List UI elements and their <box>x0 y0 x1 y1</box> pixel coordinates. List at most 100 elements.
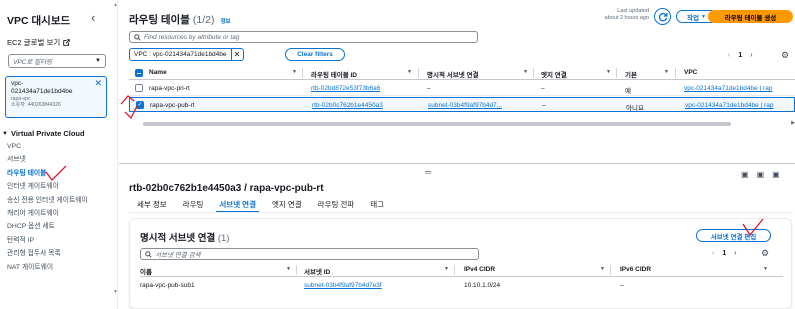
scrollbar-thumb[interactable] <box>143 122 731 126</box>
route-tables-panel: 라우팅 테이블 (1/2) 정보 Last updated about 2 ho… <box>119 0 795 145</box>
clear-filters-button[interactable]: Clear filters <box>285 48 345 61</box>
horizontal-scrollbar[interactable]: ▶ <box>129 120 795 127</box>
cell-id[interactable]: rtb-02bd872e53f73b6a6 <box>311 85 380 92</box>
sort-icon[interactable]: ▼ <box>600 266 605 272</box>
cell-vpc[interactable]: vpc-021434a71de1bd4be | rap <box>685 102 795 109</box>
caret-down-icon: ▼ <box>701 13 706 20</box>
split-bottom-icon[interactable]: ▣ <box>741 170 749 179</box>
tab[interactable]: 라우팅 <box>183 199 204 213</box>
column-header-name[interactable]: 이름 <box>140 266 152 276</box>
column-divider[interactable] <box>616 68 617 78</box>
cell-subnet[interactable]: subnet-03b4f9af97b4d7... <box>428 102 502 109</box>
column-header-edge-association[interactable]: 엣지 연결 <box>541 69 567 79</box>
vpc-filter-token: VPC : vpc-021434a71de1bd4be ✕ <box>129 48 244 61</box>
subnet-association-search-input[interactable]: 서브넷 연결 검색 <box>140 248 479 260</box>
sidebar-scrollbar[interactable]: ▲ ▼ <box>112 0 117 309</box>
row-checkbox[interactable]: ✓ <box>136 101 144 109</box>
sidebar-item[interactable]: 캐리어 게이트웨이 <box>7 210 112 219</box>
next-page-icon[interactable]: › <box>750 52 752 59</box>
sort-icon[interactable]: ▼ <box>407 69 412 75</box>
scroll-right-icon[interactable]: ▶ <box>791 120 795 126</box>
select-all-checkbox[interactable] <box>135 69 143 77</box>
table-row[interactable]: rapa-vpc-pri-rt rtb-02bd872e53f73b6a6 – – 예 v… <box>129 81 795 96</box>
previous-page-icon[interactable]: ‹ <box>728 52 730 59</box>
sort-icon[interactable]: ▼ <box>606 69 611 75</box>
column-divider[interactable] <box>302 68 303 78</box>
sidebar-item[interactable]: VPC <box>7 143 112 152</box>
info-link[interactable]: 정보 <box>220 17 230 25</box>
pagination: ‹ 1 › <box>728 52 753 59</box>
column-header-subnet-id[interactable]: 서브넷 ID <box>304 266 330 276</box>
table-row[interactable]: ✓ rapa-vpc-pub-rt rtb-02b0c762b1e4450a3 sub… <box>129 97 795 112</box>
sidebar-item[interactable]: 라우팅 테이블 <box>7 170 112 179</box>
cell-main: 예 <box>625 88 631 95</box>
tab[interactable]: 태그 <box>370 199 384 213</box>
sidebar-item[interactable]: NAT 게이트웨이 <box>7 264 112 273</box>
search-icon <box>134 33 141 41</box>
split-full-icon[interactable]: ▣ <box>772 170 780 179</box>
column-divider[interactable] <box>296 265 297 275</box>
row-checkbox[interactable] <box>135 84 143 92</box>
sidebar-item[interactable]: 관리형 접두사 목록 <box>7 250 112 259</box>
edit-subnet-associations-button[interactable]: 서브넷 연결 편집 <box>696 229 771 242</box>
route-table-search-input[interactable]: Find resources by attribute or tag <box>129 31 478 43</box>
sort-icon[interactable]: ▼ <box>444 266 449 272</box>
sidebar-item[interactable]: 인터넷 게이트웨이 <box>7 183 112 192</box>
vpc-section-header[interactable]: ▼ Virtual Private Cloud <box>2 129 85 138</box>
column-header-name[interactable]: Name <box>149 69 167 76</box>
column-divider[interactable] <box>675 68 676 78</box>
column-header-explicit-subnet[interactable]: 명시적 서브넷 연결 <box>427 69 478 79</box>
column-divider[interactable] <box>610 265 611 275</box>
vpc-filter-placeholder: VPC로 필터링 <box>13 59 53 66</box>
sort-icon[interactable]: ▼ <box>763 266 768 272</box>
tab[interactable]: 엣지 연결 <box>272 199 302 213</box>
sidebar-item[interactable]: 송신 전용 인터넷 게이트웨이 <box>7 197 112 206</box>
sidebar-title: VPC 대시보드 <box>7 15 71 27</box>
close-icon[interactable]: ✕ <box>94 78 102 89</box>
tab[interactable]: 서브넷 연결 <box>216 199 259 213</box>
column-divider[interactable] <box>418 68 419 78</box>
column-header-ipv6-cidr[interactable]: IPv6 CIDR <box>620 266 651 273</box>
last-updated-time: about 2 hours ago <box>604 15 649 21</box>
gear-icon[interactable]: ⚙ <box>781 50 789 61</box>
cell-ipv6: – <box>620 282 624 289</box>
previous-page-icon[interactable]: ‹ <box>712 250 714 257</box>
sidebar-item[interactable]: DHCP 옵션 세트 <box>7 223 112 232</box>
tab[interactable]: 세부 정보 <box>137 199 167 213</box>
sort-icon[interactable]: ▼ <box>523 69 528 75</box>
ec2-global-view-link[interactable]: EC2 글로벌 보기 <box>7 37 71 48</box>
column-divider[interactable] <box>454 265 455 275</box>
column-divider[interactable] <box>533 68 534 78</box>
drag-handle-icon[interactable]: ═ <box>425 167 431 177</box>
split-side-icon[interactable]: ▣ <box>757 170 765 179</box>
next-page-icon[interactable]: › <box>734 250 736 257</box>
column-header-vpc[interactable]: VPC <box>684 69 697 76</box>
current-page[interactable]: 1 <box>722 250 726 257</box>
search-icon <box>145 250 152 258</box>
current-page[interactable]: 1 <box>738 52 742 59</box>
caret-down-icon: ▼ <box>95 58 101 64</box>
split-panel-controls: ▣ ▣ ▣ <box>741 170 780 179</box>
chevron-left-icon[interactable]: ‹ <box>91 11 95 24</box>
remove-filter-icon[interactable]: ✕ <box>230 48 243 61</box>
search-placeholder: 서브넷 연결 검색 <box>155 252 201 259</box>
sort-icon[interactable]: ▼ <box>664 69 669 75</box>
cell-vpc[interactable]: vpc-021434a71de1bd4be | rap <box>684 85 795 92</box>
scroll-down-icon[interactable]: ▼ <box>113 289 117 295</box>
card-title: 명시적 서브넷 연결 (1) <box>140 230 229 244</box>
create-route-table-button[interactable]: 라우팅 테이블 생성 <box>708 10 793 23</box>
sort-icon[interactable]: ▼ <box>286 266 291 272</box>
refresh-button[interactable] <box>654 8 671 25</box>
sidebar-item[interactable]: 탄력적 IP <box>7 237 112 246</box>
vpc-filter-select[interactable]: VPC로 필터링 ▼ <box>8 54 106 68</box>
cell-subnet_id[interactable]: subnet-03b4f9af97b4d7e3f <box>304 282 382 289</box>
sidebar-item[interactable]: 서브넷 <box>7 156 112 165</box>
cell-id[interactable]: rtb-02b0c762b1e4450a3 <box>312 102 383 109</box>
column-header-route-table-id[interactable]: 라우팅 테이블 ID <box>311 69 357 79</box>
scroll-up-icon[interactable]: ▲ <box>113 2 117 8</box>
sort-icon[interactable]: ▼ <box>292 69 297 75</box>
column-header-main[interactable]: 기본 <box>625 69 637 79</box>
column-header-ipv4-cidr[interactable]: IPv4 CIDR <box>464 266 495 273</box>
gear-icon[interactable]: ⚙ <box>761 248 769 259</box>
tab[interactable]: 라우팅 전파 <box>318 199 355 213</box>
